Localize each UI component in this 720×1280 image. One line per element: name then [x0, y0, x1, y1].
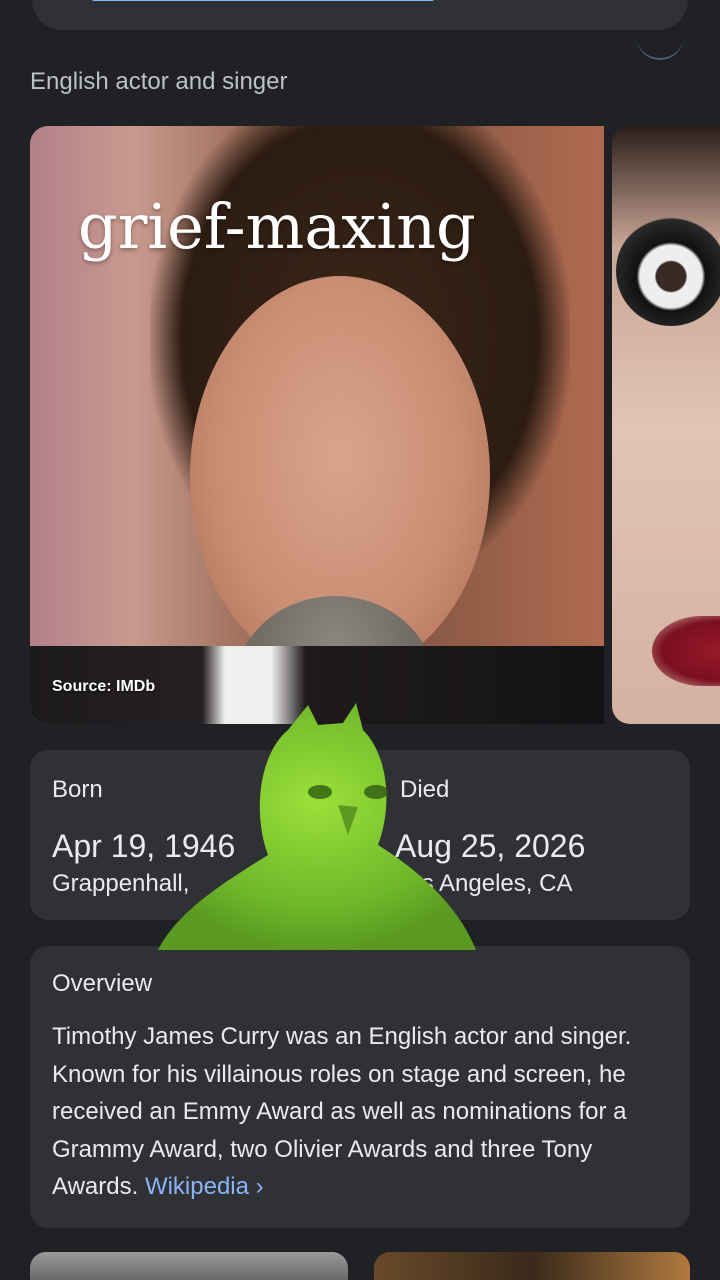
overview-card: Overview Timothy James Curry was an Engl…	[30, 946, 690, 1228]
overview-text: Timothy James Curry was an English actor…	[52, 1018, 672, 1206]
green-cat-bird-sticker-icon	[158, 703, 476, 950]
bottom-thumbnail-right[interactable]	[374, 1252, 690, 1280]
entity-subtitle: English actor and singer	[30, 68, 288, 95]
born-label: Born	[52, 776, 103, 803]
overview-title: Overview	[52, 970, 153, 997]
main-photo[interactable]: grief-maxing Source: IMDb	[30, 126, 604, 724]
second-photo[interactable]	[612, 126, 720, 724]
search-bar[interactable]	[32, 0, 688, 30]
caption-overlay-text: grief-maxing	[78, 190, 476, 263]
overview-body: Timothy James Curry was an English actor…	[52, 1023, 632, 1200]
loading-progress-bar	[92, 0, 434, 1]
wikipedia-link[interactable]: Wikipedia ›	[145, 1173, 264, 1200]
loading-spinner-icon	[636, 36, 684, 60]
photo-source-label: Source: IMDb	[52, 678, 156, 695]
photo-lips	[652, 616, 720, 686]
bottom-thumbnail-left[interactable]	[30, 1252, 348, 1280]
photo-eye	[616, 216, 720, 326]
